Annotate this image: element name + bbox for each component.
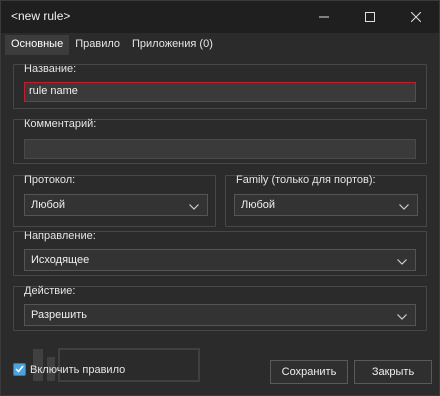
checkbox-box[interactable] — [13, 363, 26, 376]
action-label: Действие: — [24, 285, 76, 297]
chevron-down-icon — [189, 201, 199, 213]
protocol-group: Протокол: Любой — [13, 174, 216, 227]
family-select-value: Любой — [241, 199, 276, 211]
title-bar: <new rule> — [1, 1, 439, 33]
family-label: Family (только для портов): — [236, 174, 376, 186]
direction-label: Направление: — [24, 230, 96, 242]
tab-bar: Основные Правило Приложения (0) — [5, 35, 219, 57]
action-group: Действие: Разрешить — [13, 285, 427, 331]
save-button[interactable]: Сохранить — [270, 360, 348, 384]
window-title: <new rule> — [11, 9, 71, 23]
close-window-button[interactable] — [393, 1, 439, 33]
rule-name-input[interactable]: rule name — [24, 82, 416, 102]
close-icon — [411, 12, 421, 22]
check-icon — [15, 364, 24, 376]
direction-select[interactable]: Исходящее — [24, 249, 416, 271]
name-label: Название: — [24, 63, 77, 75]
direction-group: Направление: Исходящее — [13, 230, 427, 276]
chevron-down-icon — [397, 256, 407, 268]
tab-rule[interactable]: Правило — [69, 35, 126, 55]
minimize-button[interactable] — [301, 1, 347, 33]
maximize-button[interactable] — [347, 1, 393, 33]
protocol-select-value: Любой — [31, 199, 66, 211]
family-group: Family (только для портов): Любой — [225, 174, 427, 227]
comment-group: Комментарий: — [13, 118, 427, 164]
enable-rule-checkbox[interactable]: Включить правило — [13, 363, 125, 376]
action-select-value: Разрешить — [31, 309, 87, 321]
close-button[interactable]: Закрыть — [354, 360, 432, 384]
protocol-select[interactable]: Любой — [24, 194, 208, 216]
direction-select-value: Исходящее — [31, 254, 90, 266]
tab-applications[interactable]: Приложения (0) — [126, 35, 219, 55]
protocol-label: Протокол: — [24, 174, 76, 186]
chevron-down-icon — [399, 201, 409, 213]
comment-input[interactable] — [24, 139, 416, 159]
family-select[interactable]: Любой — [234, 194, 418, 216]
maximize-icon — [365, 12, 375, 22]
name-group: Название: rule name — [13, 63, 427, 109]
minimize-icon — [319, 12, 329, 22]
rule-dialog-window: <new rule> Основные Правило Приложения (… — [0, 0, 440, 396]
comment-label: Комментарий: — [24, 118, 97, 130]
chevron-down-icon — [397, 311, 407, 323]
tab-general[interactable]: Основные — [5, 35, 70, 55]
action-select[interactable]: Разрешить — [24, 304, 416, 326]
enable-rule-label: Включить правило — [30, 363, 126, 376]
